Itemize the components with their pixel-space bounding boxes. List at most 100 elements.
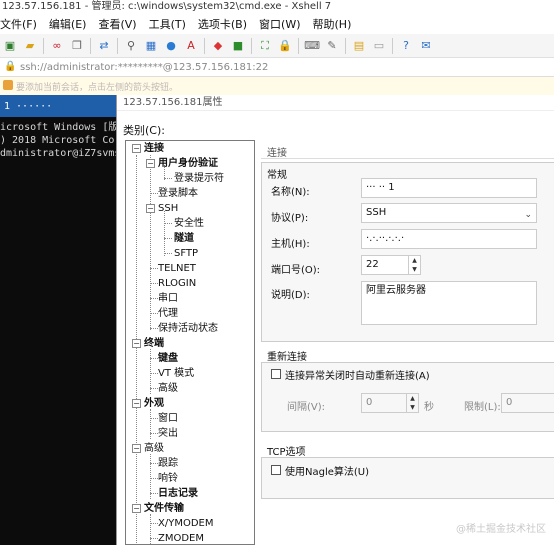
category-tree[interactable]: − 连接 − 用户身份验证 登录提示符 登录脚本 − SSH 安全性 隧道 SF… (125, 140, 255, 545)
reconnect-checkbox-label[interactable]: 连接异常关闭时自动重新连接(A) (285, 367, 430, 382)
menu-file[interactable]: 文件(F) (0, 16, 37, 32)
collapse-appearance-icon[interactable]: − (132, 399, 141, 408)
tree-connector (150, 313, 158, 314)
layout-icon[interactable]: ▦ (144, 39, 158, 53)
tree-connector (150, 373, 158, 374)
toolbar-separator (392, 37, 393, 54)
collapse-file-transfer-icon[interactable]: − (132, 504, 141, 513)
tree-item-sftp[interactable]: SFTP (174, 246, 198, 261)
stepper-up-icon[interactable]: ▲ (409, 256, 420, 265)
tree-item-trace[interactable]: 跟踪 (158, 456, 178, 471)
stepper-up-icon[interactable]: ▲ (407, 394, 418, 403)
menu-tools[interactable]: 工具(T) (149, 16, 186, 32)
keyboard-icon[interactable]: ⌨ (304, 39, 320, 53)
tree-item-login-script[interactable]: 登录脚本 (158, 186, 198, 201)
limit-value: 0 (506, 397, 513, 408)
port-input[interactable]: 22 ▲ ▼ (361, 255, 421, 275)
help-icon[interactable]: ? (399, 39, 413, 53)
reconnect-checkbox[interactable] (271, 369, 281, 379)
tree-connector (150, 283, 158, 284)
tree-item-highlight[interactable]: 突出 (158, 426, 178, 441)
name-input[interactable]: ··· ·· 1 (361, 178, 537, 198)
tree-item-advanced[interactable]: 高级 (144, 441, 164, 456)
tree-item-terminal-advanced[interactable]: 高级 (158, 381, 178, 396)
limit-input[interactable]: 0 (501, 393, 554, 413)
tree-item-serial[interactable]: 串口 (158, 291, 178, 306)
new-session-icon[interactable]: ▣ (3, 39, 17, 53)
collapse-advanced-icon[interactable]: − (132, 444, 141, 453)
nagle-checkbox[interactable] (271, 465, 281, 475)
tree-item-login-prompt[interactable]: 登录提示符 (174, 171, 224, 186)
tree-connector (150, 538, 158, 539)
tree-connector (164, 211, 165, 256)
interval-value: 0 (366, 397, 373, 408)
host-input[interactable]: ·.·.··.·.·.· (361, 229, 537, 249)
open-folder-icon[interactable]: ▰ (23, 39, 37, 53)
copy-icon[interactable]: ❐ (70, 39, 84, 53)
collapse-ssh-icon[interactable]: − (146, 204, 155, 213)
xftp-icon[interactable]: ◆ (211, 39, 225, 53)
tree-item-keyboard[interactable]: 键盘 (158, 351, 178, 366)
settings-pane: 连接 常规 名称(N): ··· ·· 1 协议(P): SSH ⌄ 主机(H)… (261, 140, 554, 545)
tree-item-terminal[interactable]: 终端 (144, 336, 164, 351)
tree-item-ssh[interactable]: SSH (158, 201, 178, 216)
collapse-terminal-icon[interactable]: − (132, 339, 141, 348)
toolbar-separator (251, 37, 252, 54)
link-icon[interactable]: ∞ (50, 39, 64, 53)
interval-input[interactable]: 0 ▲ ▼ (361, 393, 419, 413)
transfer-icon[interactable]: ⇄ (97, 39, 111, 53)
compose-icon[interactable]: ✎ (325, 39, 339, 53)
session-tab[interactable]: 1 ······ (0, 95, 116, 117)
tree-item-telnet[interactable]: TELNET (158, 261, 196, 276)
find-icon[interactable]: ⚲ (124, 39, 138, 53)
collapse-auth-icon[interactable]: − (146, 159, 155, 168)
frame-icon[interactable]: ▭ (372, 39, 386, 53)
tree-item-logging[interactable]: 日志记录 (158, 486, 198, 501)
font-icon[interactable]: A (184, 39, 198, 53)
protocol-select[interactable]: SSH ⌄ (361, 203, 537, 223)
tree-item-proxy[interactable]: 代理 (158, 306, 178, 321)
properties-dialog: 123.57.156.181属性 类别(C): − 连接 − 用户身份验证 登录… (116, 95, 554, 545)
tree-item-xymodem[interactable]: X/YMODEM (158, 516, 213, 531)
lock-icon[interactable]: 🔒 (278, 39, 292, 53)
collapse-connection-icon[interactable]: − (132, 144, 141, 153)
tree-item-appearance[interactable]: 外观 (144, 396, 164, 411)
menu-bar: 文件(F) 编辑(E) 查看(V) 工具(T) 选项卡(B) 窗口(W) 帮助(… (0, 14, 554, 34)
menu-view[interactable]: 查看(V) (98, 16, 136, 32)
menu-window[interactable]: 窗口(W) (259, 16, 300, 32)
script-icon[interactable]: ■ (231, 39, 245, 53)
tab-manager-icon[interactable]: ▤ (352, 39, 366, 53)
tree-item-connection[interactable]: 连接 (144, 141, 164, 156)
tree-item-bell[interactable]: 响铃 (158, 471, 178, 486)
menu-edit[interactable]: 编辑(E) (49, 16, 87, 32)
toolbar-separator (117, 37, 118, 54)
stepper-down-icon[interactable]: ▼ (407, 403, 418, 412)
nagle-checkbox-label[interactable]: 使用Nagle算法(U) (285, 463, 369, 478)
tree-item-auth[interactable]: 用户身份验证 (158, 156, 218, 171)
menu-tabs[interactable]: 选项卡(B) (198, 16, 247, 32)
address-bar[interactable]: 🔒 ssh://administrator:*********@123.57.1… (0, 58, 554, 77)
tree-item-window[interactable]: 窗口 (158, 411, 178, 426)
chat-icon[interactable]: ✉ (419, 39, 433, 53)
globe-icon[interactable]: ● (164, 39, 178, 53)
tree-item-vt-mode[interactable]: VT 模式 (158, 366, 194, 381)
tree-item-security[interactable]: 安全性 (174, 216, 204, 231)
stepper-down-icon[interactable]: ▼ (409, 265, 420, 274)
port-label: 端口号(O): (271, 265, 321, 276)
tree-connector (150, 493, 158, 494)
tree-item-file-transfer[interactable]: 文件传输 (144, 501, 184, 516)
interval-stepper[interactable]: ▲ ▼ (406, 394, 418, 412)
tree-connector (150, 328, 158, 329)
tree-connector (150, 478, 158, 479)
terminal-pane[interactable]: 1 ······ icrosoft Windows [版本 ) 2018 Mic… (0, 95, 116, 545)
tree-item-tunnel[interactable]: 隧道 (174, 231, 194, 246)
port-stepper[interactable]: ▲ ▼ (408, 256, 420, 274)
tree-connector (164, 253, 172, 254)
menu-help[interactable]: 帮助(H) (313, 16, 352, 32)
tree-item-rlogin[interactable]: RLOGIN (158, 276, 196, 291)
fullscreen-icon[interactable]: ⛶ (258, 39, 272, 53)
tree-item-zmodem[interactable]: ZMODEM (158, 531, 204, 544)
tree-connector (164, 178, 172, 179)
tree-item-keepalive[interactable]: 保持活动状态 (158, 321, 218, 336)
description-textarea[interactable]: 阿里云服务器 (361, 281, 537, 325)
